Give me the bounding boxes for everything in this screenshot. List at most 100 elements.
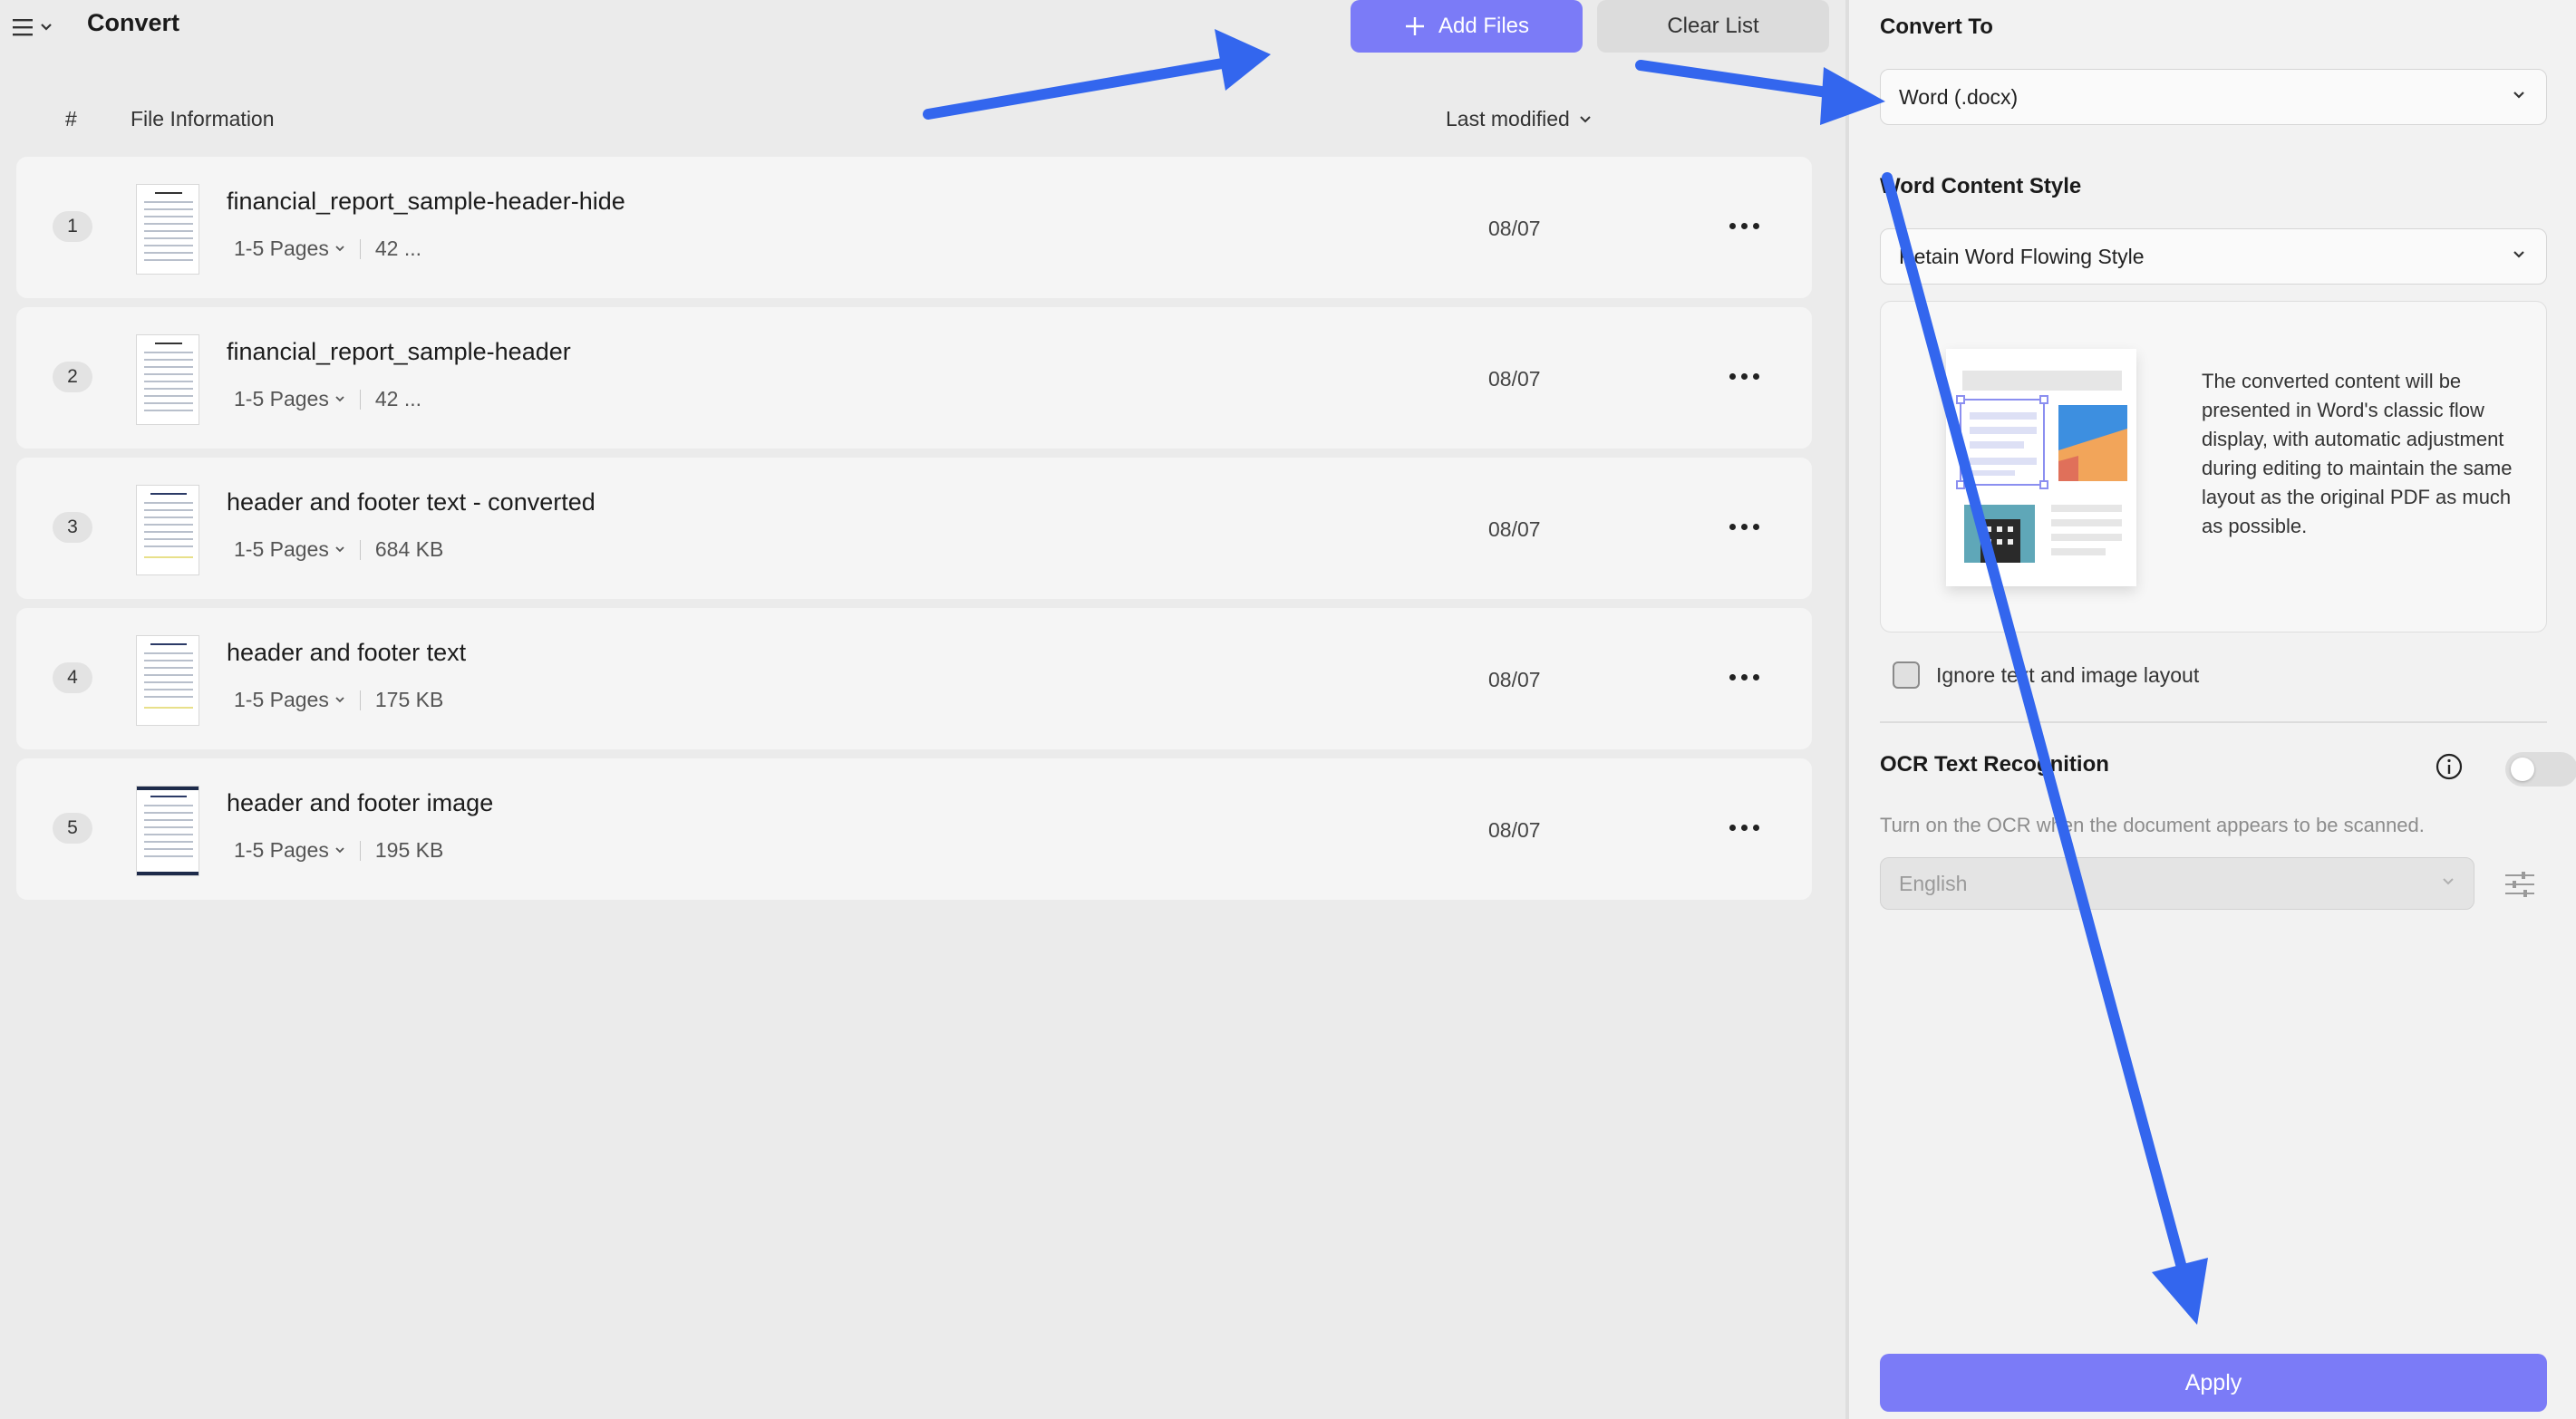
more-options-button[interactable] xyxy=(1717,208,1771,244)
column-header-file-info: File Information xyxy=(131,107,275,130)
file-row[interactable]: 5 header and footer image 1-5 Pages 195 … xyxy=(16,758,1812,900)
page-range-label: 1-5 Pages xyxy=(234,236,329,260)
file-date: 08/07 xyxy=(1488,217,1541,240)
row-number: 2 xyxy=(53,362,92,392)
ocr-language-dropdown[interactable]: English xyxy=(1880,857,2474,910)
style-preview-card: The converted content will be presented … xyxy=(1880,301,2547,632)
file-size: 195 KB xyxy=(374,838,444,862)
file-name: financial_report_sample-header-hide xyxy=(227,188,625,215)
more-options-button[interactable] xyxy=(1717,508,1771,545)
ocr-title: OCR Text Recognition xyxy=(1880,752,2109,777)
file-meta: 1-5 Pages 42 ... xyxy=(234,387,421,411)
chevron-down-icon xyxy=(1580,115,1591,122)
convert-to-dropdown[interactable]: Word (.docx) xyxy=(1880,69,2547,125)
file-size: 684 KB xyxy=(374,537,444,561)
clear-list-button[interactable]: Clear List xyxy=(1597,0,1829,53)
more-dots-icon xyxy=(1729,523,1736,530)
add-files-label: Add Files xyxy=(1438,14,1530,38)
convert-to-title: Convert To xyxy=(1880,14,1993,39)
file-row[interactable]: 1 financial_report_sample-header-hide 1-… xyxy=(16,157,1812,298)
page-range-dropdown[interactable]: 1-5 Pages xyxy=(234,688,345,712)
chevron-down-icon xyxy=(41,24,52,31)
file-list-panel: Convert Add Files Clear List # File Info… xyxy=(0,0,1845,1419)
page-range-dropdown[interactable]: 1-5 Pages xyxy=(234,838,345,863)
file-list: 1 financial_report_sample-header-hide 1-… xyxy=(16,157,1812,909)
page-range-label: 1-5 Pages xyxy=(234,838,329,862)
file-size: 175 KB xyxy=(374,688,444,711)
more-dots-icon xyxy=(1729,372,1736,380)
document-illustration xyxy=(1946,349,2136,586)
convert-to-value: Word (.docx) xyxy=(1899,84,2019,109)
chevron-down-icon xyxy=(335,245,344,251)
file-row[interactable]: 3 header and footer text - converted 1-5… xyxy=(16,458,1812,599)
page-range-label: 1-5 Pages xyxy=(234,387,329,410)
flowing-layout-illustration xyxy=(1956,371,2127,563)
sort-last-modified[interactable]: Last modified xyxy=(1446,107,1592,131)
row-number: 5 xyxy=(53,813,92,844)
ignore-layout-checkbox[interactable] xyxy=(1893,661,1920,689)
file-row[interactable]: 4 header and footer text 1-5 Pages 175 K… xyxy=(16,608,1812,749)
ocr-toggle[interactable] xyxy=(2505,752,2576,787)
file-name: header and footer text xyxy=(227,639,467,666)
meta-divider xyxy=(359,238,361,259)
word-content-style-value: Retain Word Flowing Style xyxy=(1899,244,2145,268)
page-range-dropdown[interactable]: 1-5 Pages xyxy=(234,236,345,261)
ocr-header: OCR Text Recognition xyxy=(1880,752,2576,787)
more-dots-icon xyxy=(1729,222,1736,229)
toggle-knob xyxy=(2511,758,2534,781)
row-number: 4 xyxy=(53,662,92,693)
file-name: financial_report_sample-header xyxy=(227,338,571,365)
add-files-button[interactable]: Add Files xyxy=(1351,0,1583,53)
meta-divider xyxy=(359,840,361,861)
chevron-down-icon xyxy=(335,846,344,853)
more-options-button[interactable] xyxy=(1717,659,1771,695)
chevron-down-icon xyxy=(335,545,344,552)
sliders-icon[interactable] xyxy=(2502,864,2538,901)
file-date: 08/07 xyxy=(1488,668,1541,691)
chevron-down-icon xyxy=(335,696,344,702)
chevron-down-icon xyxy=(2443,878,2454,885)
apply-label: Apply xyxy=(2184,1369,2242,1395)
file-meta: 1-5 Pages 175 KB xyxy=(234,688,443,712)
more-options-button[interactable] xyxy=(1717,358,1771,394)
file-thumbnail xyxy=(136,786,199,876)
file-name: header and footer image xyxy=(227,789,494,816)
page-range-label: 1-5 Pages xyxy=(234,537,329,561)
meta-divider xyxy=(359,389,361,410)
top-bar: Convert Add Files Clear List xyxy=(0,0,1845,54)
info-icon[interactable] xyxy=(2435,752,2464,781)
menu-button[interactable] xyxy=(13,11,63,43)
file-date: 08/07 xyxy=(1488,367,1541,391)
app-window: Convert Add Files Clear List # File Info… xyxy=(0,0,2576,1419)
conversion-settings-panel: Convert To Word (.docx) Word Content Sty… xyxy=(1849,0,2576,1419)
file-meta: 1-5 Pages 195 KB xyxy=(234,838,443,863)
ignore-layout-checkbox-row[interactable]: Ignore text and image layout xyxy=(1893,661,2199,689)
column-header-last-modified: Last modified xyxy=(1446,107,1570,130)
file-name: header and footer text - converted xyxy=(227,488,596,516)
column-header-number: # xyxy=(65,107,77,130)
apply-button[interactable]: Apply xyxy=(1880,1354,2547,1412)
file-thumbnail xyxy=(136,485,199,575)
hamburger-menu-icon xyxy=(13,19,33,36)
word-content-style-title: Word Content Style xyxy=(1880,174,2082,198)
word-content-style-dropdown[interactable]: Retain Word Flowing Style xyxy=(1880,228,2547,285)
file-thumbnail xyxy=(136,184,199,275)
file-date: 08/07 xyxy=(1488,517,1541,541)
ocr-description: Turn on the OCR when the document appear… xyxy=(1880,814,2425,836)
page-range-dropdown[interactable]: 1-5 Pages xyxy=(234,387,345,411)
plus-icon xyxy=(1405,17,1424,35)
row-number: 3 xyxy=(53,512,92,543)
chevron-down-icon xyxy=(2513,92,2524,99)
file-row[interactable]: 2 financial_report_sample-header 1-5 Pag… xyxy=(16,307,1812,449)
more-options-button[interactable] xyxy=(1717,809,1771,845)
chevron-down-icon xyxy=(2513,251,2524,258)
page-range-dropdown[interactable]: 1-5 Pages xyxy=(234,537,345,562)
file-size: 42 ... xyxy=(374,387,422,410)
chevron-down-icon xyxy=(335,395,344,401)
file-date: 08/07 xyxy=(1488,818,1541,842)
section-divider xyxy=(1880,721,2547,723)
file-thumbnail xyxy=(136,334,199,425)
row-number: 1 xyxy=(53,211,92,242)
meta-divider xyxy=(359,539,361,560)
file-size: 42 ... xyxy=(374,236,422,260)
